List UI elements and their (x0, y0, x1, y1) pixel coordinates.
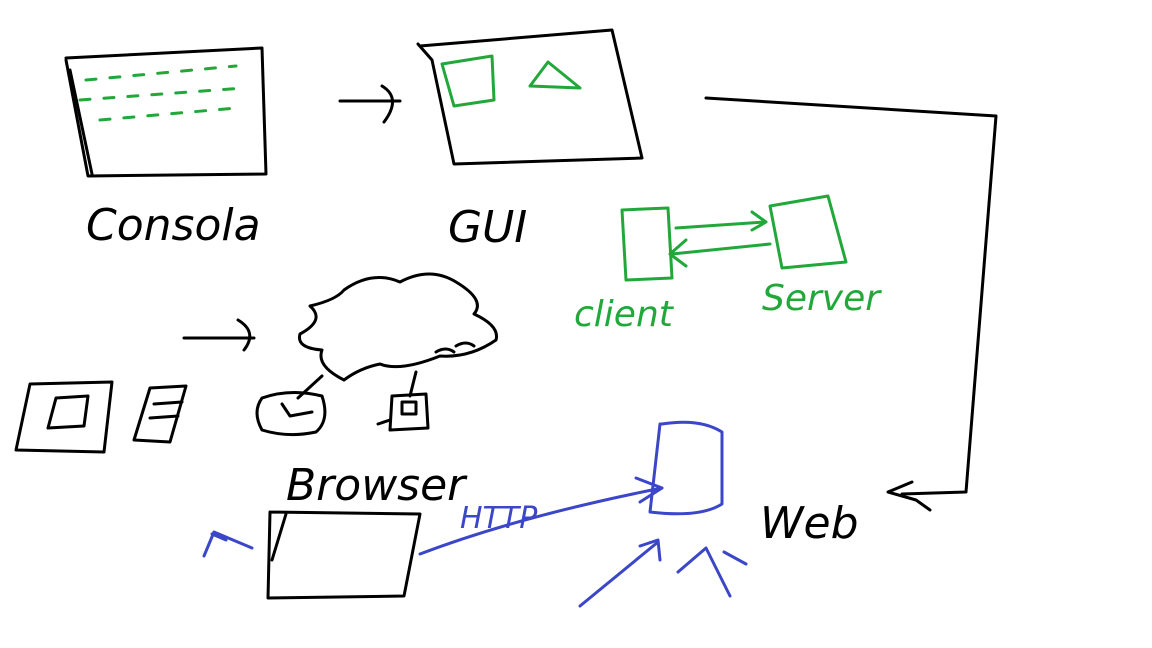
client-label: client (574, 294, 675, 335)
server-label: Server (762, 278, 882, 319)
browser-label: Browser (286, 460, 468, 511)
client-server-diagram (620, 194, 848, 282)
arrow-console-to-gui (338, 84, 402, 124)
gui-window (416, 28, 644, 166)
gui-label: GUI (448, 202, 527, 253)
http-label: HTTP (460, 501, 538, 536)
console-label: Consola (86, 200, 261, 251)
web-label: Web (760, 498, 859, 549)
console-window (64, 46, 268, 178)
devices-group (14, 380, 430, 454)
network-cloud (182, 272, 499, 400)
whiteboard-diagram: Consola GUI client Server Browser HTTP W… (14, 28, 998, 608)
browser-window (202, 510, 422, 600)
